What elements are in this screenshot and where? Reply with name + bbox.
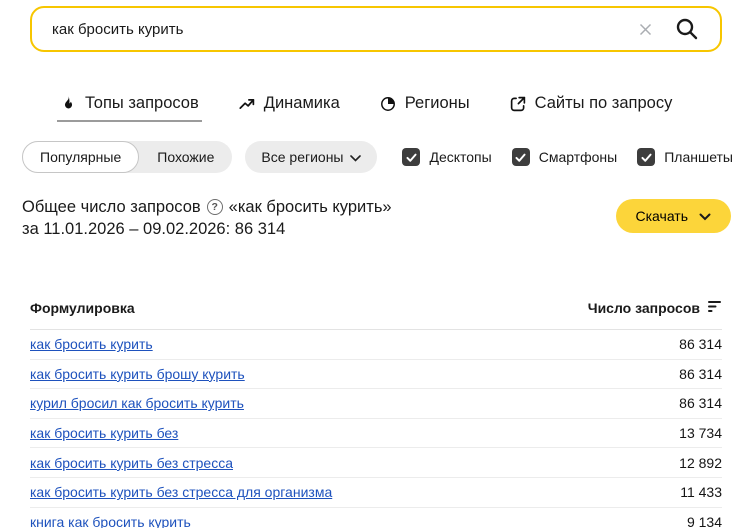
device-label: Планшеты <box>664 149 733 165</box>
search-bar <box>30 6 722 52</box>
checkbox-checked-icon <box>512 148 530 166</box>
tab-label: Регионы <box>405 94 470 113</box>
download-label: Скачать <box>636 208 689 224</box>
summary-period: за 11.01.2026 – 09.02.2026: 86 314 <box>22 218 392 240</box>
query-count: 86 314 <box>679 395 722 411</box>
table-row: как бросить курить без стресса для орган… <box>30 478 722 508</box>
tab-label: Сайты по запросу <box>535 94 673 113</box>
tab-bar: Топы запросов Динамика Регионы Сайты по … <box>57 94 675 122</box>
checkbox-desktops[interactable]: Десктопы <box>402 148 491 166</box>
trend-up-icon <box>238 95 256 113</box>
query-link[interactable]: как бросить курить без <box>30 425 178 441</box>
query-link[interactable]: как бросить курить без стресса <box>30 455 233 471</box>
summary-row: Общее число запросов ? «как бросить кури… <box>22 196 733 240</box>
download-button[interactable]: Скачать <box>616 199 732 233</box>
clear-icon[interactable] <box>632 16 658 42</box>
tab-sites-by-query[interactable]: Сайты по запросу <box>506 94 676 122</box>
device-filters: Десктопы Смартфоны Планшеты <box>402 148 733 166</box>
query-summary: Общее число запросов ? «как бросить кури… <box>22 196 392 240</box>
device-label: Десктопы <box>429 149 491 165</box>
query-count: 86 314 <box>679 366 722 382</box>
column-count-label: Число запросов <box>588 300 700 316</box>
chevron-down-icon <box>350 149 361 165</box>
tab-label: Топы запросов <box>85 94 199 113</box>
globe-icon <box>379 95 397 113</box>
device-label: Смартфоны <box>539 149 618 165</box>
query-count: 12 892 <box>679 455 722 471</box>
query-link[interactable]: как бросить курить брошу курить <box>30 366 245 382</box>
region-label: Все регионы <box>261 149 343 165</box>
column-count[interactable]: Число запросов <box>588 300 722 316</box>
query-link[interactable]: как бросить курить <box>30 336 153 352</box>
query-count: 13 734 <box>679 425 722 441</box>
table-row: как бросить курить брошу курить 86 314 <box>30 360 722 390</box>
query-link[interactable]: курил бросил как бросить курить <box>30 395 244 411</box>
wordstat-page: Топы запросов Динамика Регионы Сайты по … <box>0 0 751 528</box>
summary-prefix: Общее число запросов <box>22 196 201 218</box>
query-link[interactable]: книга как бросить курить <box>30 514 191 528</box>
tab-regions[interactable]: Регионы <box>376 94 473 122</box>
table-row: книга как бросить курить 9 134 <box>30 508 722 528</box>
query-count: 9 134 <box>687 514 722 528</box>
external-link-icon <box>509 95 527 113</box>
tab-label: Динамика <box>264 94 340 113</box>
table-row: как бросить курить без 13 734 <box>30 419 722 449</box>
filter-row: Популярные Похожие Все регионы Десктопы … <box>22 141 733 173</box>
queries-table: Формулировка Число запросов как бросить … <box>30 292 722 528</box>
flame-icon <box>60 95 77 112</box>
table-row: курил бросил как бросить курить 86 314 <box>30 389 722 419</box>
mode-similar[interactable]: Похожие <box>139 141 232 173</box>
mode-popular[interactable]: Популярные <box>22 141 139 173</box>
table-row: как бросить курить 86 314 <box>30 330 722 360</box>
query-count: 86 314 <box>679 336 722 352</box>
chevron-down-icon <box>699 208 711 224</box>
checkbox-smartphones[interactable]: Смартфоны <box>512 148 618 166</box>
table-header: Формулировка Число запросов <box>30 292 722 330</box>
query-count: 11 433 <box>680 484 722 500</box>
checkbox-checked-icon <box>637 148 655 166</box>
table-row: как бросить курить без стресса 12 892 <box>30 448 722 478</box>
tab-dynamics[interactable]: Динамика <box>235 94 343 122</box>
sort-descending-icon <box>707 300 722 316</box>
mode-switcher: Популярные Похожие <box>22 141 232 173</box>
region-selector[interactable]: Все регионы <box>245 141 377 173</box>
summary-query: «как бросить курить» <box>229 196 392 218</box>
checkbox-checked-icon <box>402 148 420 166</box>
help-icon[interactable]: ? <box>207 199 223 215</box>
query-link[interactable]: как бросить курить без стресса для орган… <box>30 484 332 500</box>
search-icon[interactable] <box>672 14 702 44</box>
tab-top-queries[interactable]: Топы запросов <box>57 94 202 122</box>
column-phrase: Формулировка <box>30 300 135 316</box>
search-input[interactable] <box>52 21 632 38</box>
checkbox-tablets[interactable]: Планшеты <box>637 148 733 166</box>
